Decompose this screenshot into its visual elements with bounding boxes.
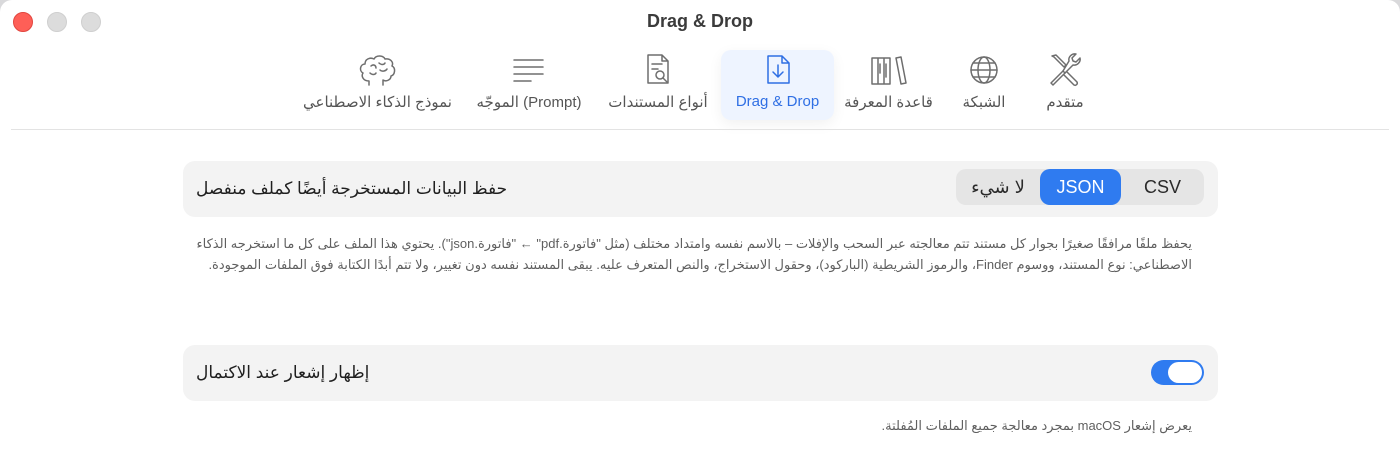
tab-advanced[interactable]: متقدم — [1031, 50, 1099, 120]
preferences-window: Drag & Drop نموذج الذكاء الاصطناعي الموج… — [0, 0, 1400, 452]
tab-ai-model[interactable]: نموذج الذكاء الاصطناعي — [299, 50, 456, 120]
notification-setting-description: يعرض إشعار macOS بمجرد معالجة جميع الملف… — [881, 418, 1192, 433]
segment-none[interactable]: لا شيء — [956, 169, 1040, 205]
tab-label: الموجّه (Prompt) — [476, 94, 582, 111]
toolbar-divider — [11, 129, 1389, 130]
tab-label: Drag & Drop — [735, 93, 820, 110]
notification-setting-label: إظهار إشعار عند الاكتمال — [196, 363, 370, 382]
export-setting-description: يحفظ ملفًا مرافقًا صغيرًا بجوار كل مستند… — [196, 236, 1192, 272]
books-icon — [868, 50, 910, 90]
tab-drag-drop[interactable]: Drag & Drop — [721, 50, 834, 120]
notification-toggle[interactable] — [1151, 360, 1204, 385]
title-bar: Drag & Drop — [0, 0, 1400, 44]
tab-prompt[interactable]: الموجّه (Prompt) — [466, 50, 592, 120]
document-search-icon — [642, 50, 674, 90]
lines-icon — [511, 50, 547, 90]
tools-icon — [1046, 50, 1084, 90]
toggle-knob — [1168, 362, 1202, 383]
document-download-icon — [762, 50, 794, 90]
tab-label: الشبكة — [962, 94, 1006, 111]
globe-icon — [967, 50, 1001, 90]
brain-icon — [357, 50, 399, 90]
tab-knowledge-base[interactable]: قاعدة المعرفة — [840, 50, 937, 120]
tab-label: قاعدة المعرفة — [844, 94, 933, 111]
export-setting-label: حفظ البيانات المستخرجة أيضًا كملف منفصل — [196, 179, 508, 198]
tab-document-types[interactable]: أنواع المستندات — [602, 50, 714, 120]
segment-json[interactable]: JSON — [1040, 169, 1121, 205]
tab-label: أنواع المستندات — [608, 94, 708, 111]
window-title: Drag & Drop — [646, 11, 753, 31]
export-format-row: حفظ البيانات المستخرجة أيضًا كملف منفصل … — [183, 161, 1218, 217]
tab-label: نموذج الذكاء الاصطناعي — [303, 94, 452, 111]
preferences-toolbar: نموذج الذكاء الاصطناعي الموجّه (Prompt) … — [0, 50, 1400, 122]
notification-row: إظهار إشعار عند الاكتمال — [183, 345, 1218, 401]
tab-network[interactable]: الشبكة — [947, 50, 1021, 120]
segment-csv[interactable]: CSV — [1121, 169, 1204, 205]
export-format-segmented-control: لا شيء JSON CSV — [956, 169, 1204, 205]
tab-label: متقدم — [1046, 94, 1084, 111]
